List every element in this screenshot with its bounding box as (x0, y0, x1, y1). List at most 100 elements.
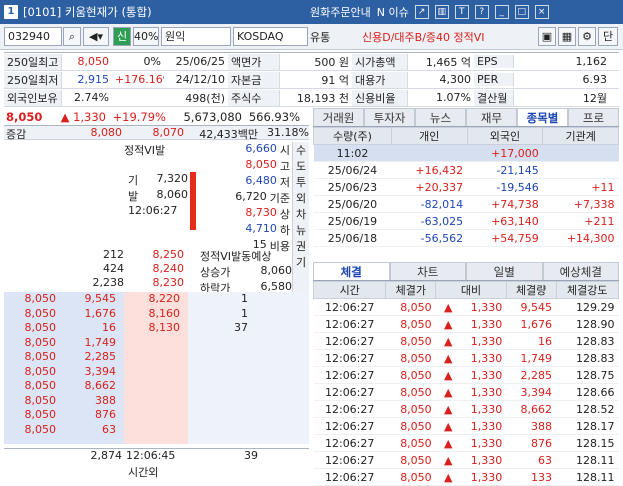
total-bid: 2,874 (90, 449, 123, 462)
bid-row[interactable]: 8,050 1,749 (4, 336, 304, 351)
side-tab[interactable]: 투 (293, 174, 309, 190)
table-cell: 3,394 (506, 383, 557, 401)
label: 증감 (6, 128, 27, 141)
bid-cell: 8,050 (24, 292, 57, 305)
table-cell: 12:06:27 (313, 298, 386, 316)
bid-row[interactable]: 8,050 8,662 (4, 379, 304, 394)
tab-expected[interactable]: 예상체결 (542, 262, 619, 280)
bid-row[interactable]: 8,050 63 (4, 423, 304, 438)
table-cell: ▲ (435, 332, 457, 350)
new-button[interactable]: 신 (113, 27, 131, 46)
table-row[interactable]: 11:02 +17,000 (313, 144, 619, 162)
maximize-icon[interactable]: □ (514, 5, 529, 19)
table-cell: +20,337 (391, 178, 468, 196)
table-row[interactable]: 12:06:27 8,050 ▲ 1,330 1,676 128.90 (313, 315, 619, 333)
footer-time: 12:06:45 (126, 449, 176, 462)
table-cell: 8,050 (385, 332, 436, 350)
bid-cell: 8,050 (24, 335, 57, 349)
issue-link[interactable]: N 이슈 (377, 4, 409, 20)
tab-by-stock[interactable]: 종목별 (517, 108, 568, 126)
tab-chart[interactable]: 차트 (389, 262, 466, 280)
table-row[interactable]: 12:06:27 8,050 ▲ 1,330 133 128.11 (313, 468, 619, 486)
table-row[interactable]: 12:06:27 8,050 ▲ 1,330 63 128.11 (313, 451, 619, 469)
price-change: ▲ 1,330 (60, 110, 106, 124)
bid-cell (184, 365, 252, 380)
tab-news[interactable]: 뉴스 (415, 108, 466, 126)
table-row[interactable]: 12:06:27 8,050 ▲ 1,330 3,394 128.66 (313, 383, 619, 401)
table-row[interactable]: 25/06/18 -56,562 +54,759 +14,300 (313, 229, 619, 247)
vi-label: 정적VI발 (124, 144, 166, 157)
text-icon[interactable]: T (454, 5, 469, 19)
minimize-icon[interactable]: _ (494, 5, 509, 19)
side-tab[interactable]: 권 (293, 238, 309, 254)
tab-program[interactable]: 프로 (568, 108, 619, 126)
column-header: 대비 (435, 281, 507, 299)
table-row[interactable]: 25/06/20 -82,014 +74,738 +7,338 (313, 195, 619, 213)
volume: 5,673,080 (183, 110, 242, 124)
bid-row[interactable]: 8,050 16 8,130 37 (4, 321, 304, 336)
side-tab[interactable]: 뉴 (293, 222, 309, 238)
bid-row[interactable]: 8,050 388 (4, 394, 304, 409)
bid-cell (184, 394, 252, 409)
label: PER (474, 73, 514, 86)
table-row[interactable]: 25/06/24 +16,432 -21,145 (313, 161, 619, 179)
time: 12:06:27 (128, 204, 178, 217)
gear-icon[interactable]: ⚙ (578, 27, 596, 46)
label: 시가총액 (352, 53, 408, 70)
ask-price[interactable]: 8,250 (124, 248, 185, 262)
side-tab[interactable]: 수 (293, 142, 309, 158)
grid-icon[interactable]: ▦ (558, 27, 576, 46)
table-row[interactable]: 12:06:27 8,050 ▲ 1,330 8,662 128.52 (313, 400, 619, 418)
tab-daily[interactable]: 일별 (466, 262, 543, 280)
share-icon[interactable]: ↗ (414, 5, 429, 19)
label: 250일최고 (4, 53, 62, 70)
bid-cell (120, 394, 184, 409)
tab-investor[interactable]: 투자자 (364, 108, 415, 126)
label: 기준 (269, 192, 290, 205)
table-row[interactable]: 12:06:27 8,050 ▲ 1,330 1,749 128.83 (313, 349, 619, 367)
investor-table: 수량(주) 개인 외국인 기관계 11:02 +17,000 25/06/24 +16… (313, 127, 619, 247)
bid-row[interactable]: 8,050 1,676 8,160 1 (4, 307, 304, 322)
bid-row[interactable]: 8,050 876 (4, 408, 304, 423)
table-cell: 8,050 (385, 468, 436, 486)
side-tab[interactable]: 도 (293, 158, 309, 174)
bid-row[interactable]: 8,050 9,545 8,220 1 (4, 292, 304, 307)
table-row[interactable]: 12:06:27 8,050 ▲ 1,330 9,545 129.29 (313, 298, 619, 316)
column-header: 체결강도 (555, 281, 620, 299)
table-row[interactable]: 12:06:27 8,050 ▲ 1,330 16 128.83 (313, 332, 619, 350)
chart-icon[interactable]: ▥ (434, 5, 449, 19)
ask-price[interactable]: 8,230 (124, 276, 185, 290)
table-row[interactable]: 12:06:27 8,050 ▲ 1,330 876 128.15 (313, 434, 619, 452)
label: EPS (474, 55, 514, 68)
title-bar: 1 [0101] 키움현재가 (통합) 원화주문안내 N 이슈 ↗ ▥ T ? … (0, 0, 623, 24)
table-row[interactable]: 12:06:27 8,050 ▲ 1,330 2,285 128.75 (313, 366, 619, 384)
table-row[interactable]: 25/06/23 +20,337 -19,546 +11 (313, 178, 619, 196)
table-cell: 128.11 (556, 468, 619, 486)
label: 신용비율 (352, 89, 408, 106)
table-row[interactable]: 25/06/19 -63,025 +63,140 +211 (313, 212, 619, 230)
window-title: [0101] 키움현재가 (통합) (23, 5, 152, 19)
bid-row[interactable]: 8,050 3,394 (4, 365, 304, 380)
ask-price[interactable]: 8,240 (124, 262, 185, 276)
value: 8,730 (245, 206, 277, 219)
close-icon[interactable]: × (534, 5, 549, 19)
tab-broker[interactable]: 거래원 (313, 108, 364, 126)
window-icon[interactable]: ▣ (538, 27, 556, 46)
side-tab[interactable]: 차 (293, 206, 309, 222)
order-guide-link[interactable]: 원화주문안내 (310, 4, 371, 20)
bid-row[interactable]: 8,050 2,285 (4, 350, 304, 365)
label: 외국인보유 (4, 89, 62, 106)
speaker-icon[interactable]: ◀▾ (83, 27, 109, 46)
trade-panel: 체결 차트 일별 예상체결 시간 체결가 대비 체결량 체결강도 12:06:2… (312, 262, 620, 486)
tab-finance[interactable]: 재무 (466, 108, 517, 126)
help-icon[interactable]: ? (474, 5, 489, 19)
side-tab[interactable]: 외 (293, 190, 309, 206)
table-row[interactable]: 12:06:27 8,050 ▲ 1,330 388 128.17 (313, 417, 619, 435)
side-tab[interactable]: 기 (293, 254, 309, 270)
table-cell: -19,546 (467, 178, 543, 196)
search-icon[interactable]: ⌕ (63, 27, 81, 46)
stock-code-input[interactable]: 032940 (4, 27, 62, 46)
single-button[interactable]: 단 (598, 27, 618, 46)
table-cell: 128.75 (556, 366, 619, 384)
tab-trades[interactable]: 체결 (313, 262, 390, 280)
